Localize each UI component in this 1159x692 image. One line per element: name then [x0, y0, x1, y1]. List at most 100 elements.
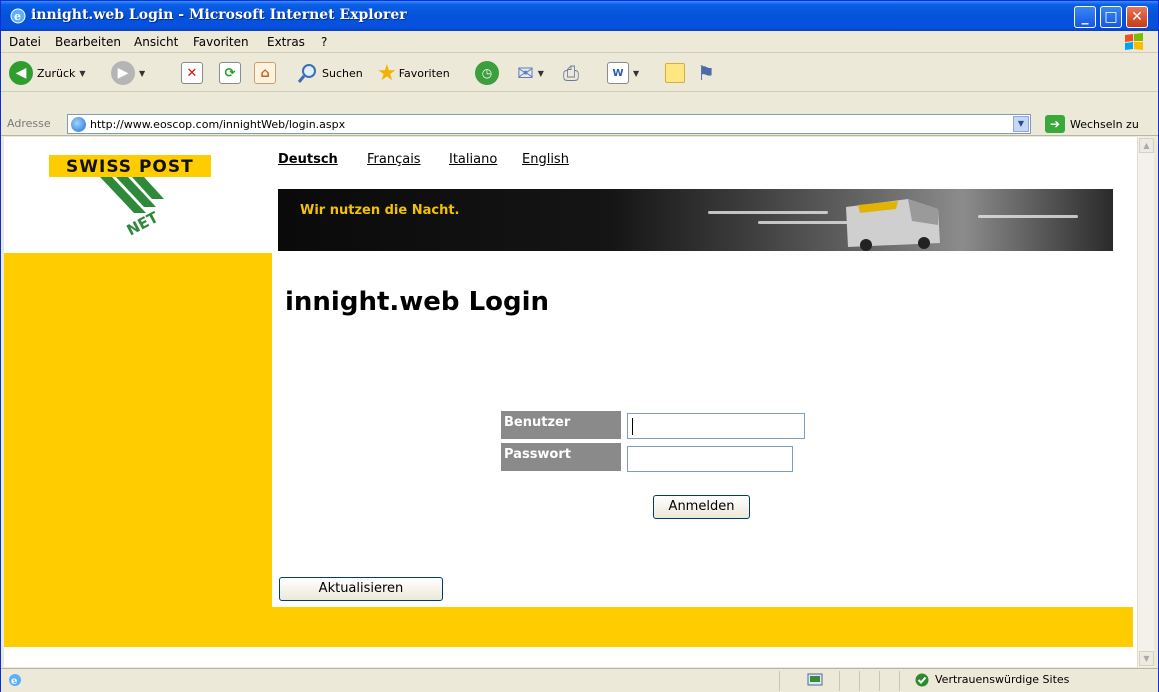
- print-button[interactable]: ⎙: [563, 58, 579, 88]
- text-caret: [632, 418, 633, 435]
- chevron-down-icon: ▼: [537, 68, 544, 78]
- menu-bearbeiten[interactable]: Bearbeiten: [55, 35, 121, 49]
- chevron-down-icon: ▼: [1017, 119, 1025, 128]
- history-icon: ◷: [475, 61, 499, 85]
- toolbar: ◀ Zurück ▼ ▶ ▼ ✕ ⟳ ⌂ Suchen ★ Favoriten: [1, 54, 1158, 92]
- post-net-logo: NET: [100, 177, 164, 237]
- banner-text: Wir nutzen die Nacht.: [300, 203, 460, 218]
- title-bar[interactable]: e innight.web Login - Microsoft Internet…: [1, 1, 1158, 31]
- star-icon: ★: [377, 60, 397, 86]
- forward-button[interactable]: ▶ ▼: [111, 58, 145, 88]
- mail-icon: ✉: [517, 61, 534, 85]
- search-button[interactable]: Suchen: [297, 58, 363, 88]
- status-bar: e Vertrauenswürdige Sites: [1, 668, 1158, 692]
- window-title: innight.web Login - Microsoft Internet E…: [31, 7, 407, 23]
- svg-text:e: e: [11, 676, 17, 687]
- back-arrow-icon: ◀: [9, 61, 33, 85]
- maximize-icon: □: [1104, 9, 1118, 25]
- refresh-button[interactable]: ⟳: [219, 58, 241, 88]
- login-button[interactable]: Anmelden: [653, 495, 750, 519]
- logo-text: SWISS POST: [66, 157, 194, 177]
- ie-page-icon: e: [9, 674, 21, 687]
- menu-extras[interactable]: Extras: [267, 35, 305, 49]
- history-button[interactable]: ◷: [475, 58, 499, 88]
- mail-button[interactable]: ✉ ▼: [517, 58, 544, 88]
- edit-button[interactable]: W ▼: [607, 58, 639, 88]
- status-divider: [779, 671, 780, 691]
- svg-text:e: e: [14, 10, 21, 23]
- page-title: innight.web Login: [285, 287, 550, 317]
- search-label: Suchen: [322, 66, 363, 80]
- messenger-icon: ⚑: [697, 61, 715, 85]
- address-bar: Adresse http://www.eoscop.com/innightWeb…: [1, 112, 1158, 136]
- lang-english[interactable]: English: [522, 152, 569, 167]
- menu-bar: Datei Bearbeiten Ansicht Favoriten Extra…: [1, 31, 1158, 53]
- close-icon: ✕: [1131, 9, 1143, 25]
- user-input[interactable]: [627, 413, 805, 439]
- close-button[interactable]: ✕: [1126, 6, 1148, 28]
- user-label: Benutzer: [501, 411, 621, 439]
- lang-italiano[interactable]: Italiano: [449, 152, 497, 167]
- scroll-down-icon[interactable]: ▼: [1139, 651, 1154, 666]
- password-label: Passwort: [501, 443, 621, 471]
- print-icon: ⎙: [563, 61, 579, 85]
- menu-ansicht[interactable]: Ansicht: [134, 35, 178, 49]
- left-sidebar: [4, 253, 272, 609]
- menu-help[interactable]: ?: [321, 35, 327, 49]
- security-zone: Vertrauenswürdige Sites: [935, 673, 1070, 686]
- maximize-button[interactable]: □: [1100, 6, 1122, 28]
- van-image: [846, 199, 940, 251]
- status-divider: [859, 671, 860, 691]
- light-streak: [708, 211, 828, 214]
- lang-deutsch[interactable]: Deutsch: [278, 152, 338, 167]
- back-label: Zurück: [37, 66, 76, 80]
- discuss-button[interactable]: [665, 58, 685, 88]
- logo-area: SWISS POST NET: [4, 137, 272, 253]
- banner: Wir nutzen die Nacht.: [278, 189, 1113, 251]
- minimize-button[interactable]: _: [1074, 6, 1096, 28]
- stop-button[interactable]: ✕: [181, 58, 203, 88]
- address-dropdown[interactable]: ▼: [1013, 116, 1029, 132]
- status-divider: [879, 671, 880, 691]
- forward-arrow-icon: ▶: [111, 61, 135, 85]
- favorites-button[interactable]: ★ Favoriten: [377, 58, 450, 88]
- chevron-down-icon: ▼: [139, 68, 146, 78]
- back-button[interactable]: ◀ Zurück ▼: [9, 58, 86, 88]
- search-icon: [297, 64, 316, 83]
- check-icon: [915, 673, 929, 687]
- ie-icon: e: [10, 8, 26, 24]
- lang-francais[interactable]: Français: [367, 152, 421, 167]
- minimize-icon: _: [1081, 9, 1089, 25]
- address-label: Adresse: [7, 117, 51, 130]
- chevron-down-icon: ▼: [633, 68, 640, 78]
- favorites-label: Favoriten: [398, 66, 450, 80]
- page-viewport: SWISS POST NET Deutsch Français Italiano…: [4, 137, 1154, 667]
- stop-icon: ✕: [181, 62, 203, 84]
- go-label: Wechseln zu: [1070, 117, 1139, 131]
- word-icon: W: [607, 62, 629, 84]
- light-streak: [978, 215, 1078, 218]
- browser-window: e innight.web Login - Microsoft Internet…: [0, 0, 1159, 692]
- address-url: http://www.eoscop.com/innightWeb/login.a…: [90, 118, 346, 131]
- scroll-up-icon[interactable]: ▲: [1139, 138, 1154, 153]
- windows-flag-icon: [1125, 33, 1143, 50]
- messenger-button[interactable]: ⚑: [697, 58, 715, 88]
- note-icon: [665, 63, 685, 83]
- menu-datei[interactable]: Datei: [9, 35, 41, 49]
- status-divider: [839, 671, 840, 691]
- footer-band: [4, 607, 1133, 647]
- light-streak: [758, 221, 848, 224]
- status-divider: [899, 671, 900, 691]
- home-icon: ⌂: [254, 62, 276, 84]
- menu-favoriten[interactable]: Favoriten: [193, 35, 249, 49]
- refresh-page-button[interactable]: Aktualisieren: [279, 577, 443, 601]
- go-arrow-icon: ➔: [1045, 115, 1065, 133]
- refresh-icon: ⟳: [219, 62, 241, 84]
- page-icon: [71, 117, 86, 132]
- network-icon: [807, 673, 823, 686]
- go-button[interactable]: ➔ Wechseln zu: [1045, 114, 1139, 134]
- vertical-scrollbar[interactable]: ▲ ▼: [1137, 137, 1154, 667]
- password-input[interactable]: [627, 446, 793, 472]
- home-button[interactable]: ⌂: [254, 58, 276, 88]
- address-input[interactable]: http://www.eoscop.com/innightWeb/login.a…: [67, 114, 1031, 134]
